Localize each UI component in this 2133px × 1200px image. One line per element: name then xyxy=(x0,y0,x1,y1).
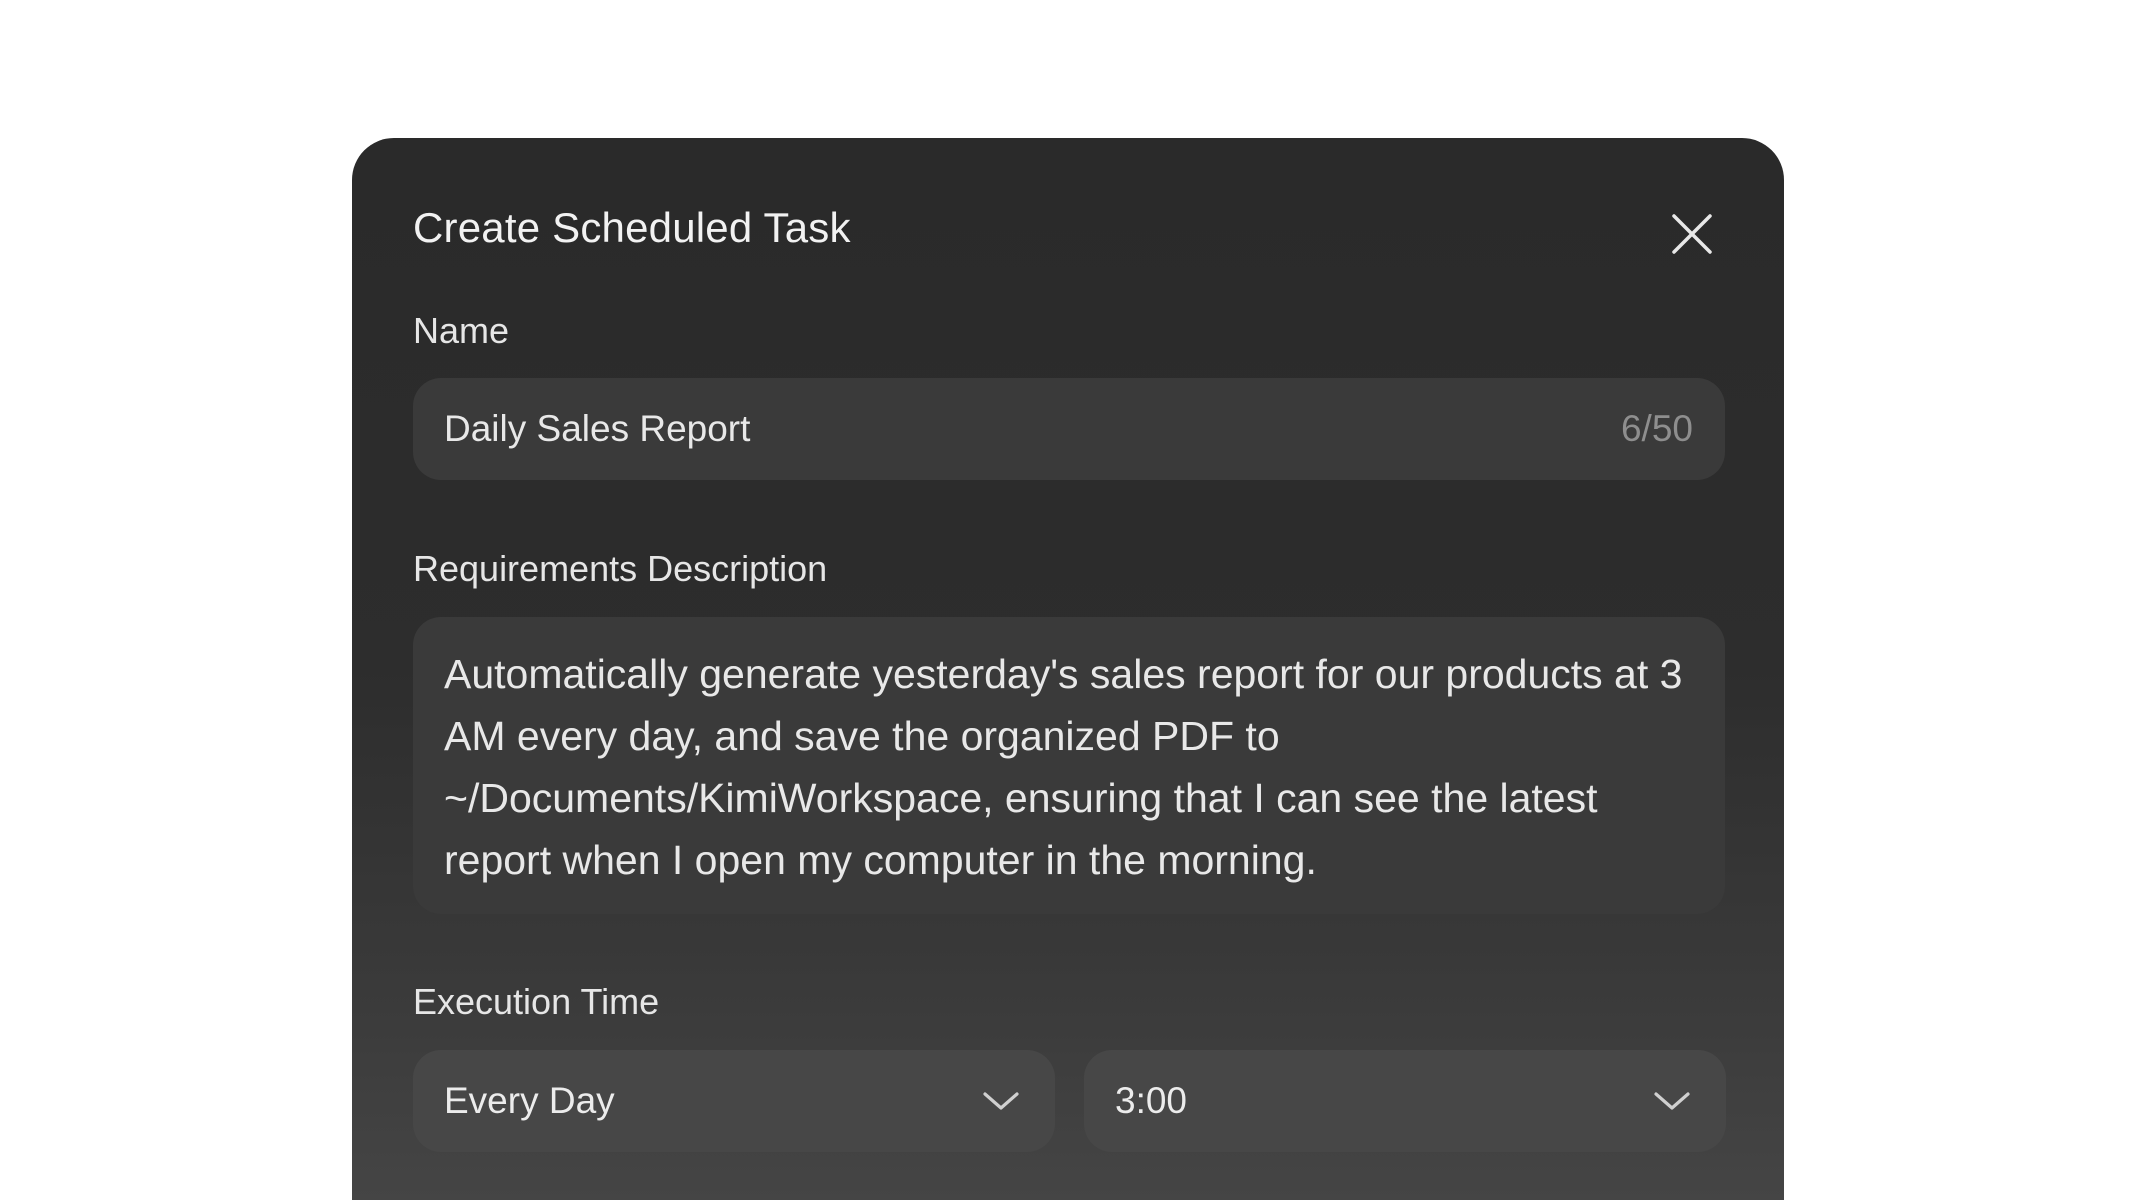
name-input-value: Daily Sales Report xyxy=(444,408,751,449)
close-button[interactable] xyxy=(1668,210,1716,258)
requirements-description-label: Requirements Description xyxy=(413,548,828,589)
time-select[interactable]: 3:00 xyxy=(1084,1050,1726,1152)
close-icon xyxy=(1668,210,1716,258)
frequency-select-value: Every Day xyxy=(444,1080,615,1121)
name-label: Name xyxy=(413,310,510,351)
execution-time-label: Execution Time xyxy=(413,981,660,1022)
chevron-down-icon xyxy=(981,1086,1021,1116)
frequency-select[interactable]: Every Day xyxy=(413,1050,1055,1152)
dialog-title: Create Scheduled Task xyxy=(413,204,851,251)
name-input[interactable]: Daily Sales Report 6/50 xyxy=(413,378,1725,480)
time-select-value: 3:00 xyxy=(1115,1080,1188,1121)
name-character-counter: 6/50 xyxy=(1620,408,1693,449)
chevron-down-icon xyxy=(1652,1086,1692,1116)
requirements-description-value: Automatically generate yesterday's sales… xyxy=(444,651,1683,883)
requirements-description-textarea[interactable]: Automatically generate yesterday's sales… xyxy=(413,617,1725,914)
create-scheduled-task-dialog: Create Scheduled Task Name Daily Sales R… xyxy=(352,138,1784,1200)
